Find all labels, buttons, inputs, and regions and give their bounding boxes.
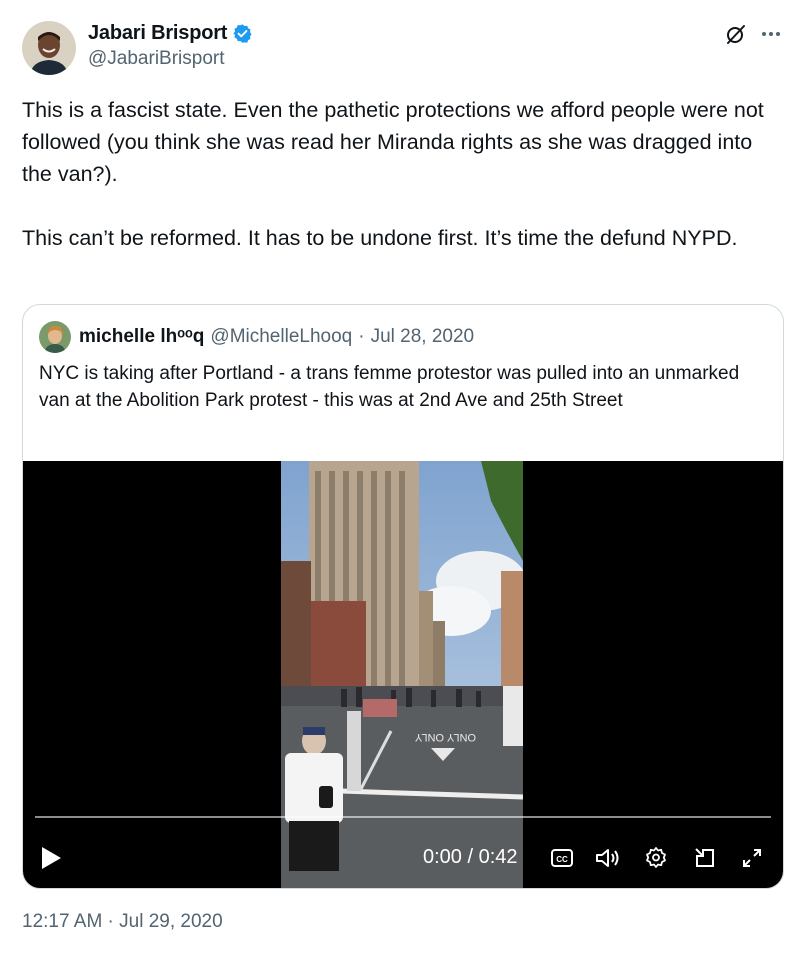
quoted-tweet[interactable]: michelle lhᵒᵒq @MichelleLhooq · Jul 28, … (22, 304, 784, 889)
svg-text:CC: CC (556, 855, 568, 864)
more-icon[interactable] (760, 23, 782, 45)
video-time: 0:00 / 0:42 (423, 846, 518, 868)
volume-icon[interactable] (594, 846, 620, 875)
tweet-timestamp[interactable]: 12:17 AM · Jul 29, 2020 (22, 911, 223, 933)
separator-dot: · (358, 326, 365, 347)
svg-text:ONLY ONLY: ONLY ONLY (414, 731, 476, 743)
picture-in-picture-icon[interactable] (693, 846, 717, 875)
video-progress-bar[interactable] (35, 816, 771, 818)
quote-author-name[interactable]: michelle lhᵒᵒq (79, 326, 204, 348)
quote-text: NYC is taking after Portland - a trans f… (39, 363, 740, 411)
author-avatar[interactable] (22, 21, 76, 75)
author-name[interactable]: Jabari Brisport (88, 22, 227, 45)
settings-icon[interactable] (644, 846, 668, 875)
video-player[interactable]: ONLY ONLY 0:00 / 0:42 CC (23, 461, 783, 888)
grok-icon[interactable] (724, 22, 748, 46)
verified-badge-icon (232, 23, 253, 44)
quote-author-handle[interactable]: @MichelleLhooq (210, 326, 352, 348)
captions-icon[interactable]: CC (550, 846, 574, 875)
quote-date[interactable]: Jul 28, 2020 (371, 326, 475, 348)
author-handle[interactable]: @JabariBrisport (88, 48, 253, 70)
play-icon[interactable] (39, 845, 63, 876)
quote-author-avatar[interactable] (39, 321, 71, 353)
tweet-text: This is a fascist state. Even the pathet… (22, 98, 764, 250)
video-controls: 0:00 / 0:42 CC (23, 829, 783, 888)
fullscreen-icon[interactable] (740, 846, 764, 875)
video-frame: ONLY ONLY (281, 461, 526, 888)
